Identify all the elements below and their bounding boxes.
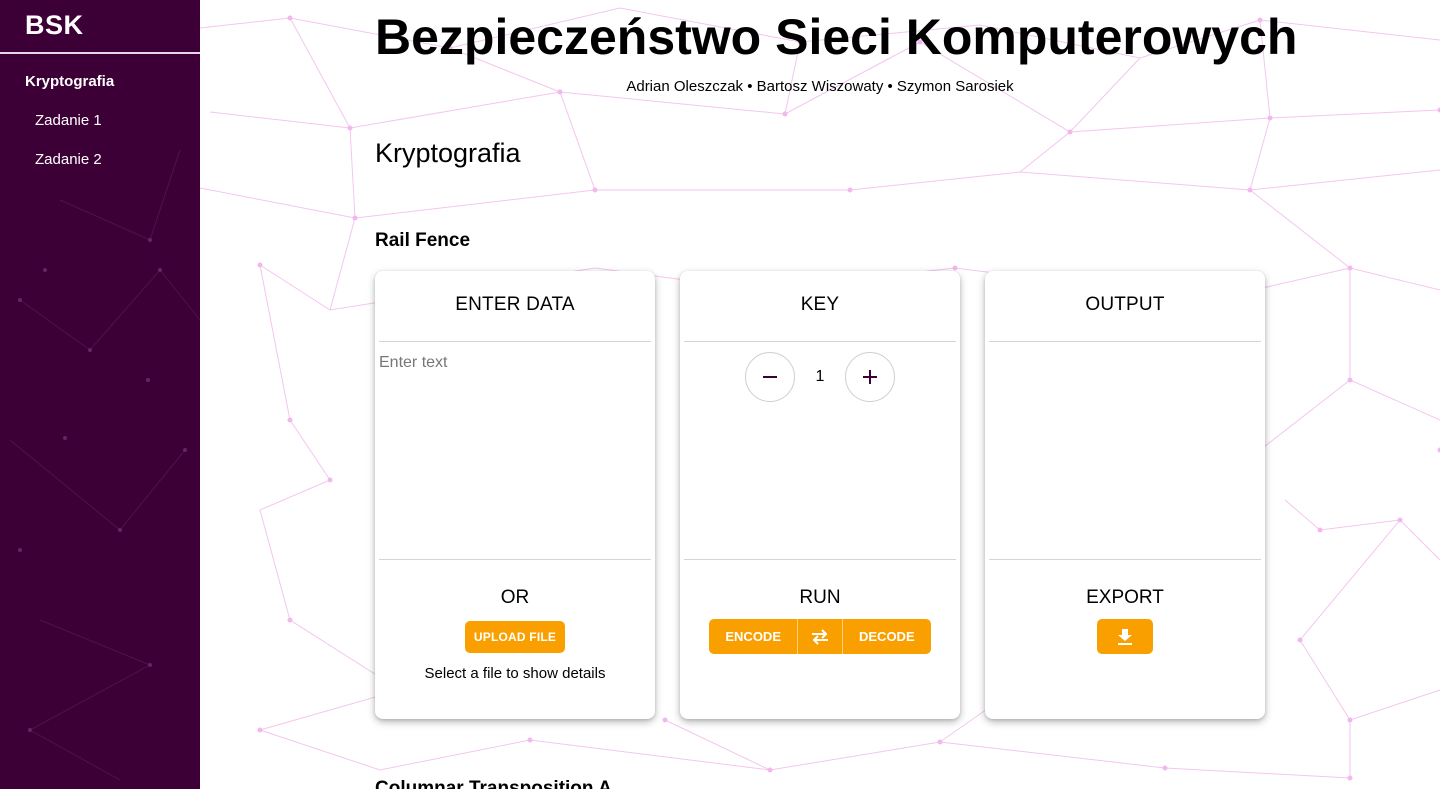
input-card-footer: OR UPLOAD FILE Select a file to show det… <box>375 560 655 719</box>
output-card-title: OUTPUT <box>989 271 1261 342</box>
output-card: OUTPUT EXPORT <box>985 271 1265 719</box>
sidebar-item-kryptografia[interactable]: Kryptografia <box>0 70 200 109</box>
input-card-title: ENTER DATA <box>379 271 651 342</box>
output-area <box>989 342 1261 560</box>
run-button-group: ENCODE DECODE <box>709 619 931 654</box>
key-value: 1 <box>815 368 825 385</box>
upload-file-button[interactable]: UPLOAD FILE <box>464 621 566 653</box>
swap-arrows-icon <box>812 628 828 645</box>
main-content: Bezpieczeństwo Sieci Komputerowych Adria… <box>200 0 1440 789</box>
or-label: OR <box>500 587 530 608</box>
section-title: Kryptografia <box>375 138 521 168</box>
key-card: KEY 1 RUN ENCODE DECODE <box>680 271 960 719</box>
brand-logo[interactable]: BSK <box>0 0 200 54</box>
encode-button[interactable]: ENCODE <box>709 619 797 654</box>
file-hint: Select a file to show details <box>424 665 606 682</box>
authors-line: Adrian Oleszczak • Bartosz Wiszowaty • S… <box>626 78 1014 95</box>
sidebar-item-zadanie-2[interactable]: Zadanie 2 <box>0 148 200 187</box>
export-button[interactable] <box>1097 619 1153 654</box>
increment-button[interactable] <box>845 352 895 402</box>
swap-button[interactable] <box>797 619 842 654</box>
sidebar-nav: Kryptografia Zadanie 1 Zadanie 2 <box>0 54 200 187</box>
download-icon <box>1118 628 1132 645</box>
input-card-body <box>379 342 651 560</box>
page-title: Bezpieczeństwo Sieci Komputerowych <box>375 9 1298 65</box>
minus-icon <box>763 376 777 378</box>
decode-button[interactable]: DECODE <box>842 619 931 654</box>
plus-icon <box>863 370 877 384</box>
key-card-footer: RUN ENCODE DECODE <box>680 560 960 719</box>
decrement-button[interactable] <box>745 352 795 402</box>
sidebar-item-zadanie-1[interactable]: Zadanie 1 <box>0 109 200 148</box>
subsection-title: Rail Fence <box>375 230 471 251</box>
key-stepper: 1 <box>684 352 956 402</box>
sidebar: BSK Kryptografia Zadanie 1 Zadanie 2 <box>0 0 200 789</box>
key-card-body: 1 <box>684 342 956 560</box>
run-label: RUN <box>799 587 841 608</box>
output-card-footer: EXPORT <box>985 560 1265 719</box>
input-card: ENTER DATA OR UPLOAD FILE Select a file … <box>375 271 655 719</box>
text-input[interactable] <box>379 342 651 558</box>
export-label: EXPORT <box>1086 587 1164 608</box>
key-card-title: KEY <box>684 271 956 342</box>
next-subsection-title: Columnar Transposition A <box>375 778 612 789</box>
